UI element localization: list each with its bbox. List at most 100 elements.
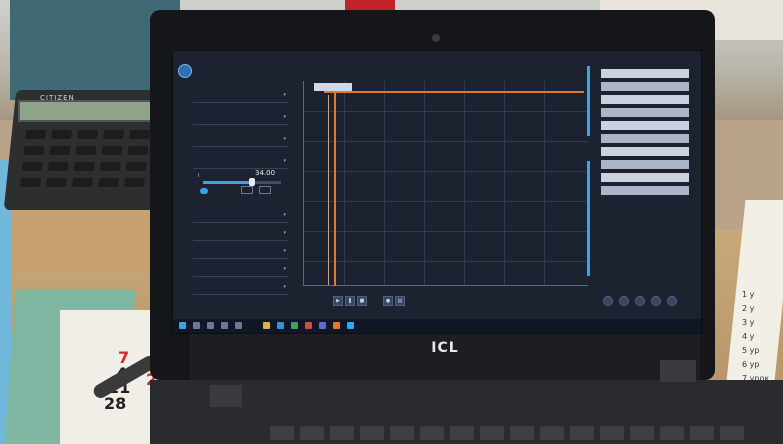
keyboard-key	[330, 426, 354, 440]
chevron-down-icon: ▾	[283, 212, 286, 218]
table-row	[601, 173, 689, 182]
chrome-icon[interactable]	[305, 322, 312, 329]
windows-start-icon[interactable]	[179, 322, 186, 329]
task-view-icon[interactable]	[207, 322, 214, 329]
keyboard-key	[420, 426, 444, 440]
level-indicator	[587, 161, 590, 276]
table-row	[601, 186, 689, 195]
round-button[interactable]	[635, 296, 645, 306]
calculator-key	[124, 178, 146, 187]
keyboard-key	[570, 426, 594, 440]
grid-line	[304, 201, 588, 202]
table-row	[601, 82, 689, 91]
stop-icon[interactable]: ■	[357, 296, 367, 306]
slider-value: 34.00	[255, 169, 276, 177]
laptop-keyboard	[150, 380, 783, 444]
chevron-down-icon: ▾	[283, 114, 286, 120]
control-row[interactable]: ▾	[193, 91, 288, 103]
calculator-display	[18, 100, 162, 122]
small-input[interactable]	[241, 186, 253, 194]
paper-line: 4 у	[742, 332, 755, 341]
play-icon[interactable]: ▶	[333, 296, 343, 306]
chevron-down-icon: ▾	[283, 230, 286, 236]
paper-line: 2 у	[742, 304, 755, 313]
toggle-switch[interactable]	[200, 188, 208, 194]
round-button[interactable]	[619, 296, 629, 306]
laptop-logo: ICL	[431, 340, 459, 356]
record-icon[interactable]: ●	[383, 296, 393, 306]
calculator-key	[98, 178, 120, 187]
control-row[interactable]: ▾	[193, 157, 288, 169]
control-row[interactable]: ▾	[193, 265, 288, 277]
table-row	[601, 147, 689, 156]
keyboard-key	[660, 426, 684, 440]
keyboard-key	[540, 426, 564, 440]
control-row[interactable]: ▾	[193, 283, 288, 295]
chevron-down-icon: ▾	[283, 248, 286, 254]
control-row[interactable]: ▾	[193, 135, 288, 147]
save-icon[interactable]: ▤	[395, 296, 405, 306]
calculator-key	[73, 162, 95, 171]
keyboard-key	[630, 426, 654, 440]
small-input[interactable]	[259, 186, 271, 194]
calculator-key	[127, 146, 149, 155]
excel-icon[interactable]	[291, 322, 298, 329]
chat-icon[interactable]	[235, 322, 242, 329]
round-button[interactable]	[603, 296, 613, 306]
control-row[interactable]: ▾	[193, 229, 288, 241]
slider-fill	[203, 181, 251, 184]
calculator-key	[21, 162, 43, 171]
calculator-key	[49, 146, 71, 155]
paper-line: 3 у	[742, 318, 755, 327]
keyboard-key	[270, 426, 294, 440]
keyboard-key	[720, 426, 744, 440]
slider-label: I	[198, 173, 200, 179]
calculator-key	[125, 162, 147, 171]
chevron-down-icon: ▾	[283, 266, 286, 272]
grid-line	[304, 261, 588, 262]
slider-handle[interactable]	[249, 178, 255, 186]
calculator-key	[129, 130, 151, 139]
search-icon[interactable]	[193, 322, 200, 329]
round-button[interactable]	[667, 296, 677, 306]
calculator-key	[75, 146, 97, 155]
keyboard-key	[600, 426, 624, 440]
explorer-icon[interactable]	[263, 322, 270, 329]
calculator-key	[25, 130, 47, 139]
table-row	[601, 160, 689, 169]
keyboard-key	[480, 426, 504, 440]
table-row	[601, 69, 689, 78]
control-row[interactable]: ▾	[193, 113, 288, 125]
grid-line	[304, 111, 588, 112]
pause-icon[interactable]: ❚	[345, 296, 355, 306]
plot-area[interactable]	[303, 81, 588, 286]
control-row[interactable]: ▾	[193, 211, 288, 223]
hinge-left	[210, 385, 242, 407]
calendar-day: 28	[104, 394, 127, 413]
keyboard-key	[450, 426, 474, 440]
keyboard-key	[690, 426, 714, 440]
widgets-icon[interactable]	[221, 322, 228, 329]
calculator-key	[77, 130, 99, 139]
chevron-down-icon: ▾	[283, 158, 286, 164]
table-row	[601, 134, 689, 143]
edge-icon[interactable]	[277, 322, 284, 329]
table-row	[601, 108, 689, 117]
calculator-key	[99, 162, 121, 171]
app-icon[interactable]	[319, 322, 326, 329]
webcam-icon	[432, 34, 440, 42]
grid-line	[304, 141, 588, 142]
calculator-key	[46, 178, 68, 187]
app-icon[interactable]	[333, 322, 340, 329]
paper-line: 6 ур	[742, 360, 760, 369]
active-app-icon[interactable]	[347, 322, 354, 329]
data-curve-horizontal	[324, 91, 584, 93]
keyboard-key	[300, 426, 324, 440]
table-row	[601, 121, 689, 130]
round-button[interactable]	[651, 296, 661, 306]
calculator-key	[51, 130, 73, 139]
chevron-down-icon: ▾	[283, 136, 286, 142]
app-logo-icon[interactable]	[178, 64, 192, 78]
control-row[interactable]: ▾	[193, 247, 288, 259]
paper-line: 5 ур	[742, 346, 760, 355]
